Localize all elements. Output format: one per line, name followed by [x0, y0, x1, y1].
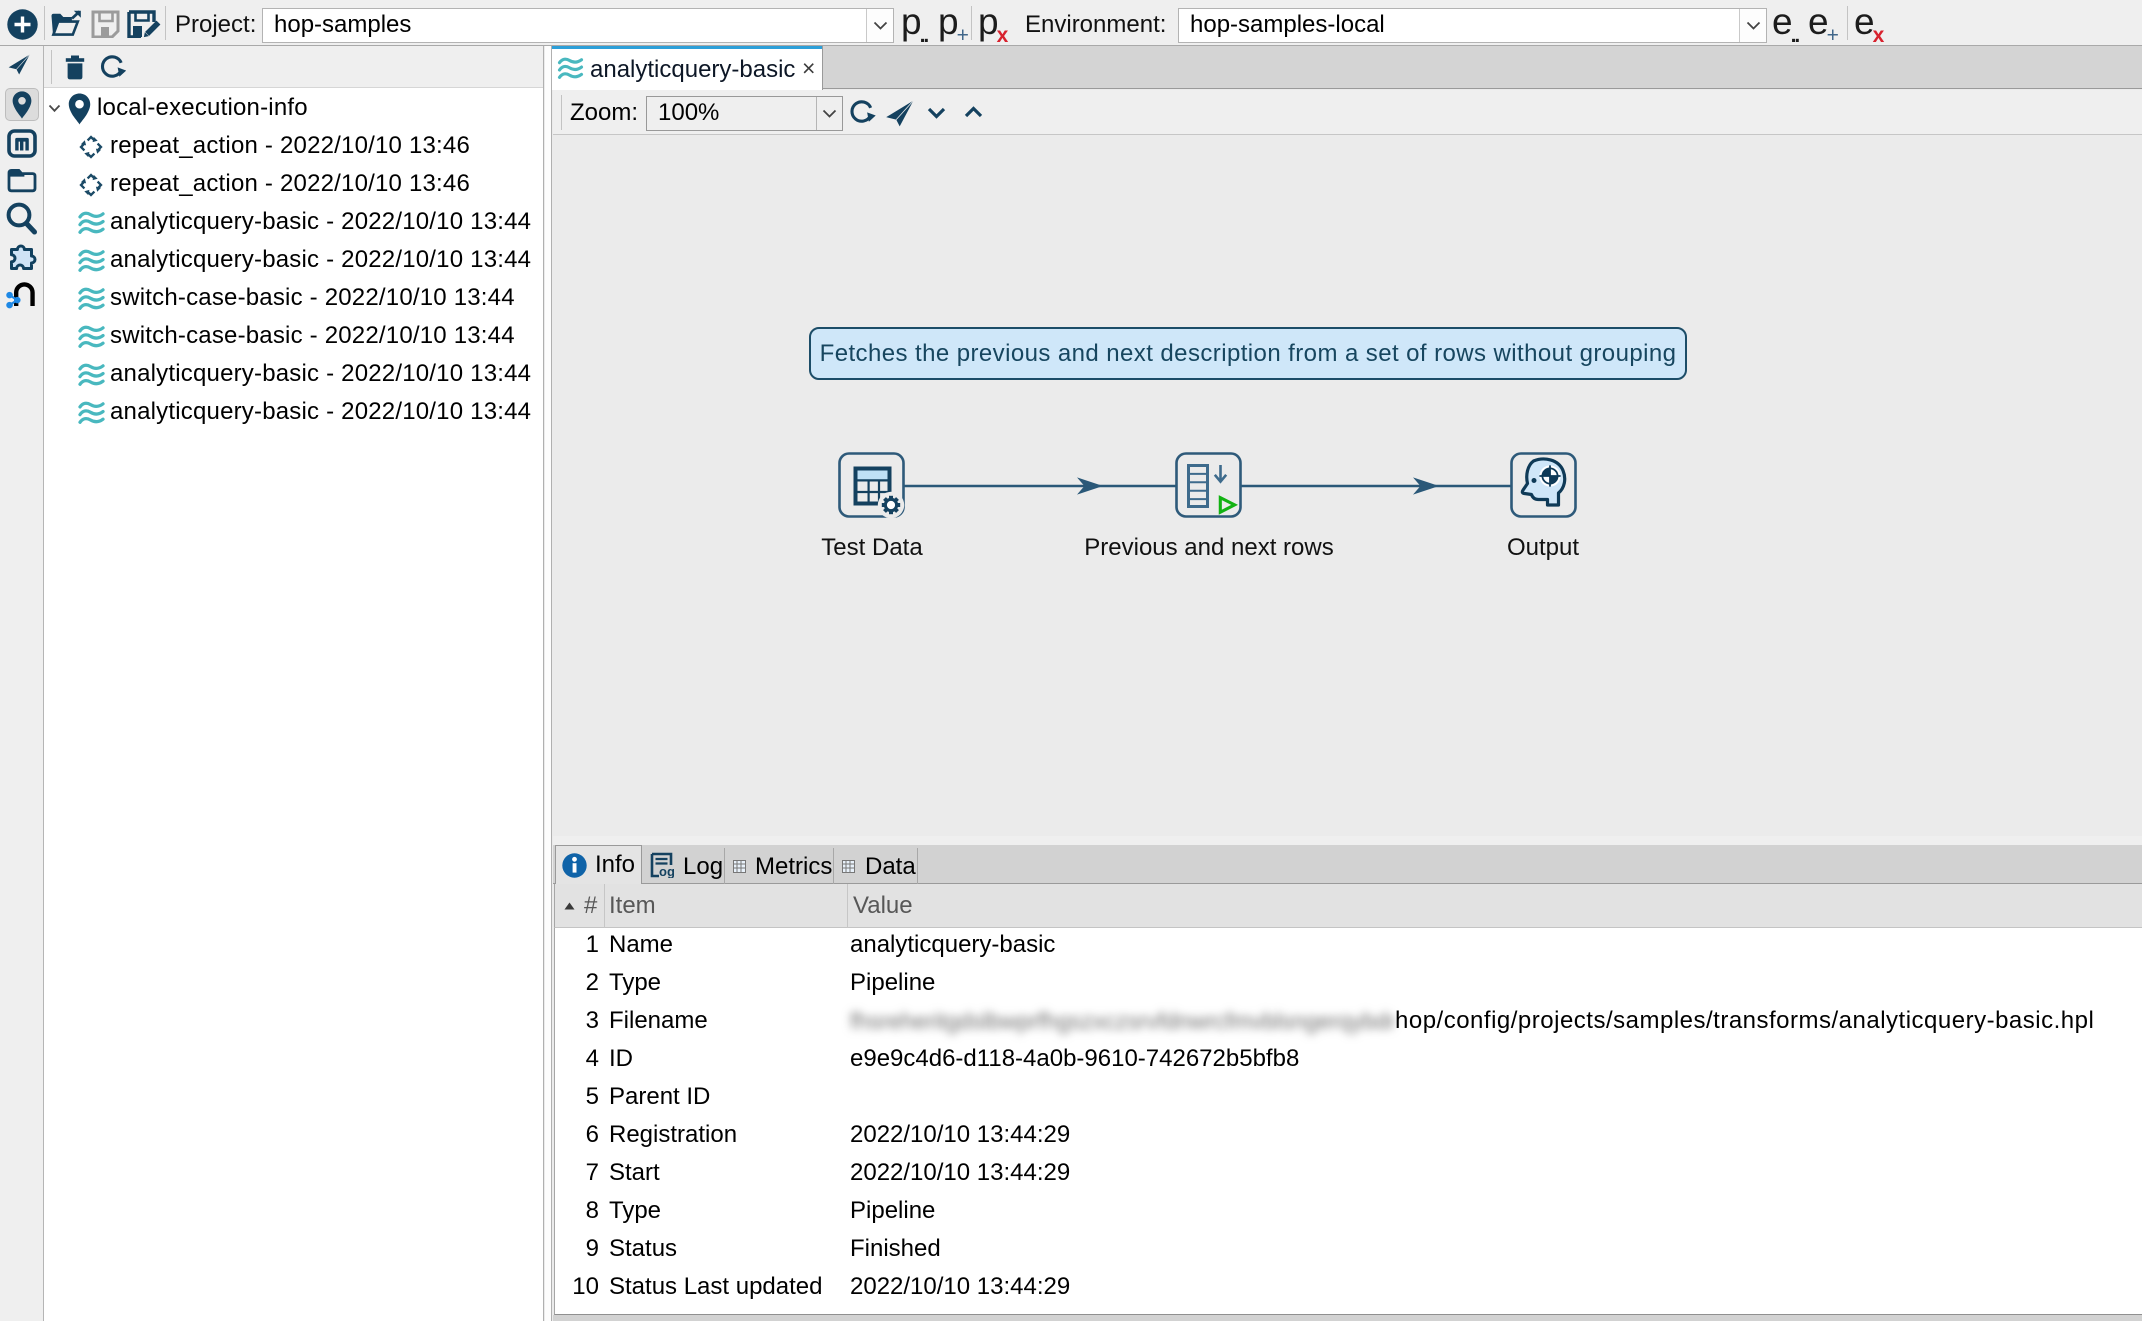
svg-text:og: og	[659, 864, 674, 878]
